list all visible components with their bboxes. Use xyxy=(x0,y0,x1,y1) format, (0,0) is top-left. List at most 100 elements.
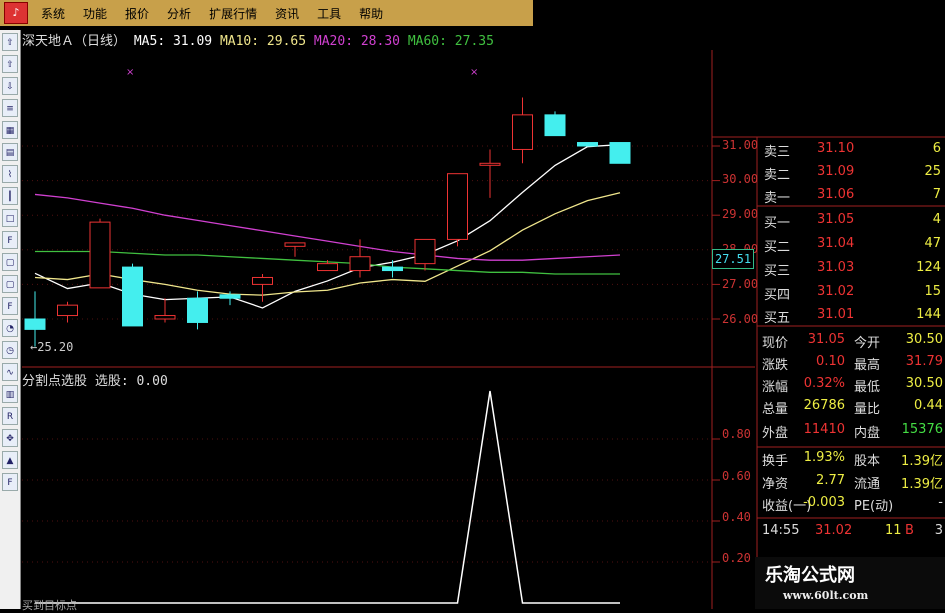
tick-row: 14:55 31.02 11 B 3 xyxy=(760,520,945,542)
stat-label: 净资 xyxy=(762,477,789,492)
current-price-tag: 27.51 xyxy=(712,249,754,269)
price-tick-label: 26.00 xyxy=(722,312,759,326)
stat-label: 最高 xyxy=(854,358,881,373)
stat-label: 现价 xyxy=(762,336,789,351)
stat-value: 2.77 xyxy=(816,473,845,488)
candle-body[interactable] xyxy=(57,304,78,317)
stat-value: 1.39亿 xyxy=(901,454,943,469)
site-watermark: 乐淘公式网 www.60lt.com xyxy=(755,557,945,609)
buy-row[interactable]: 买二 31.04 47 xyxy=(760,233,945,255)
candle-body[interactable] xyxy=(512,114,533,150)
stat-row: 净资 2.77 流通 1.39亿 xyxy=(760,470,945,492)
sell-row[interactable]: 卖二 31.09 25 xyxy=(760,161,945,183)
buy-volume: 4 xyxy=(932,212,941,227)
sell-label: 卖一 xyxy=(764,191,791,206)
stat-label: 今开 xyxy=(854,336,881,351)
sell-label: 卖三 xyxy=(764,145,791,160)
buy-volume: 15 xyxy=(924,284,941,299)
sell-price: 31.06 xyxy=(817,187,855,202)
top-marker-2: × xyxy=(470,67,478,78)
buy-label: 买一 xyxy=(764,216,791,231)
indicator-tick-label: 0.60 xyxy=(722,469,751,483)
stat-row: 现价 31.05 今开 30.50 xyxy=(760,329,945,351)
indicator-line xyxy=(35,390,620,604)
stat-value: 31.05 xyxy=(807,332,845,347)
stat-row: 收益(一) -0.003 PE(动) - xyxy=(760,492,945,514)
watermark-title: 乐淘公式网 xyxy=(765,565,855,586)
indicator-title: 分割点选股 选股: 0.00 xyxy=(22,374,168,389)
tick-side: B xyxy=(905,523,914,538)
candle-body[interactable] xyxy=(609,142,631,164)
stat-value: 30.50 xyxy=(905,332,943,347)
sell-row[interactable]: 卖一 31.06 7 xyxy=(760,184,945,206)
buy-price: 31.02 xyxy=(817,284,855,299)
stat-label: 外盘 xyxy=(762,426,789,441)
sub-indicator-title: 买到目标点 xyxy=(22,599,77,612)
tick-time: 14:55 xyxy=(762,523,800,538)
candle-body[interactable] xyxy=(219,294,241,299)
buy-label: 买四 xyxy=(764,288,791,303)
stat-label: 内盘 xyxy=(854,426,881,441)
candle-body[interactable] xyxy=(89,221,111,289)
stat-row: 涨跌 0.10 最高 31.79 xyxy=(760,351,945,373)
tick-volume: 11 xyxy=(885,523,902,538)
stat-value: 26786 xyxy=(803,398,845,413)
candle-body[interactable] xyxy=(447,173,468,240)
stat-label: PE(动) xyxy=(854,499,894,514)
price-tick-label: 31.00 xyxy=(722,138,759,152)
tick-count: 3 xyxy=(934,523,943,538)
buy-row[interactable]: 买四 31.02 15 xyxy=(760,281,945,303)
sell-volume: 7 xyxy=(932,187,941,202)
buy-volume: 47 xyxy=(924,236,941,251)
sell-volume: 6 xyxy=(932,141,941,156)
stat-label: 量比 xyxy=(854,402,881,417)
candle-body[interactable] xyxy=(284,242,306,247)
stat-label: 股本 xyxy=(854,454,881,469)
ma-line-ma20 xyxy=(34,193,621,261)
price-tick-label: 27.00 xyxy=(722,277,759,291)
buy-label: 买二 xyxy=(764,240,791,255)
stat-value: 0.10 xyxy=(816,354,845,369)
stat-row: 外盘 11410 内盘 15376 xyxy=(760,419,945,441)
candle-body[interactable] xyxy=(544,114,566,137)
buy-price: 31.03 xyxy=(817,260,855,275)
candle-body[interactable] xyxy=(252,276,273,285)
candle-body[interactable] xyxy=(577,142,598,147)
price-tick-label: 30.00 xyxy=(722,172,759,186)
stat-value: - xyxy=(938,495,943,510)
sell-row[interactable]: 卖三 31.10 6 xyxy=(760,138,945,160)
stat-row: 总量 26786 量比 0.44 xyxy=(760,395,945,417)
candle-body[interactable] xyxy=(349,256,371,272)
candle-body[interactable] xyxy=(382,266,403,272)
indicator-tick-label: 0.80 xyxy=(722,427,751,441)
candle-body[interactable] xyxy=(154,315,176,320)
candle-body[interactable] xyxy=(24,318,46,330)
candle-body[interactable] xyxy=(317,263,338,272)
stat-label: 涨跌 xyxy=(762,358,789,373)
stat-value: 11410 xyxy=(803,422,845,437)
stat-row: 换手 1.93% 股本 1.39亿 xyxy=(760,447,945,469)
stat-label: 最低 xyxy=(854,380,881,395)
watermark-url: www.60lt.com xyxy=(783,589,869,602)
candle-body[interactable] xyxy=(479,162,501,166)
buy-row[interactable]: 买五 31.01 144 xyxy=(760,304,945,326)
indicator-tick-label: 0.20 xyxy=(722,551,751,565)
sell-price: 31.09 xyxy=(817,164,855,179)
stat-label: 换手 xyxy=(762,454,789,469)
candle-body[interactable] xyxy=(122,266,143,327)
price-tick-label: 29.00 xyxy=(722,207,759,221)
buy-label: 买三 xyxy=(764,264,791,279)
candle-body[interactable] xyxy=(187,297,208,323)
stat-label: 总量 xyxy=(762,402,789,417)
buy-price: 31.05 xyxy=(817,212,855,227)
buy-row[interactable]: 买三 31.03 124 xyxy=(760,257,945,279)
low-price-marker: ←25.20 xyxy=(30,340,74,354)
buy-price: 31.04 xyxy=(817,236,855,251)
buy-price: 31.01 xyxy=(817,307,855,322)
candle-body[interactable] xyxy=(414,238,436,265)
buy-row[interactable]: 买一 31.05 4 xyxy=(760,209,945,231)
indicator-tick-label: 0.40 xyxy=(722,510,751,524)
buy-volume: 124 xyxy=(916,260,941,275)
tick-price: 31.02 xyxy=(815,523,853,538)
stat-value: 0.44 xyxy=(914,398,943,413)
